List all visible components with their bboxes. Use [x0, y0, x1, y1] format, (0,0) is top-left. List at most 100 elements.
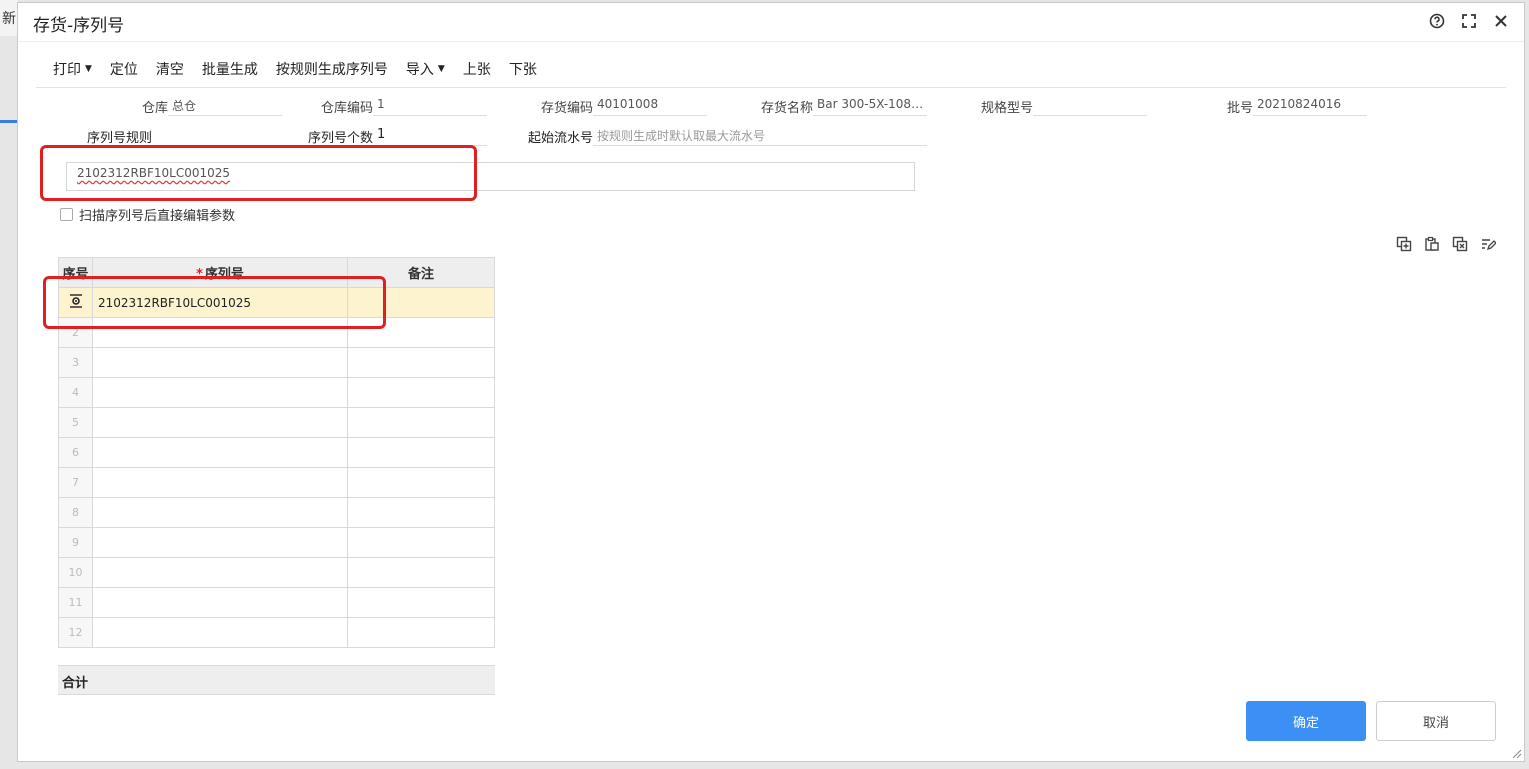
table-row[interactable]: 11 — [58, 587, 495, 618]
spec-model-value[interactable] — [1033, 97, 1147, 116]
rule-generate-button[interactable]: 按规则生成序列号 — [276, 59, 388, 79]
toolbar-divider — [36, 87, 1506, 88]
dialog-controls — [1428, 12, 1510, 30]
inventory-name-value[interactable]: Bar 300-5X-1080... — [813, 97, 927, 116]
clear-button[interactable]: 清空 — [156, 59, 184, 79]
serial-cell[interactable] — [92, 557, 348, 588]
note-cell[interactable] — [347, 407, 495, 438]
print-label: 打印 — [53, 62, 81, 78]
row-index: 6 — [58, 437, 93, 468]
help-circle-icon[interactable] — [1428, 12, 1446, 30]
note-cell[interactable] — [347, 557, 495, 588]
edit-params-label: 扫描序列号后直接编辑参数 — [79, 209, 236, 224]
note-cell[interactable] — [347, 467, 495, 498]
serial-count-value[interactable]: 1 — [373, 127, 487, 146]
table-row[interactable]: 12 — [58, 617, 495, 648]
title-separator — [18, 41, 1524, 42]
row-index: 10 — [58, 557, 93, 588]
field-inventory-name: 存货名称 Bar 300-5X-1080... — [743, 97, 927, 116]
prev-button[interactable]: 上张 — [463, 59, 491, 79]
grid-total-row: 合计 — [58, 665, 495, 695]
note-cell[interactable] — [347, 587, 495, 618]
resize-handle-icon[interactable] — [1510, 747, 1522, 759]
maximize-icon[interactable] — [1460, 12, 1478, 30]
table-row[interactable]: 4 — [58, 377, 495, 408]
table-row[interactable]: 5 — [58, 407, 495, 438]
note-cell[interactable] — [347, 497, 495, 528]
table-row[interactable]: 8 — [58, 497, 495, 528]
row-index: 5 — [58, 407, 93, 438]
edit-params-checkbox-row[interactable]: 扫描序列号后直接编辑参数 — [60, 205, 235, 224]
field-batch-no: 批号 20210824016 — [1183, 97, 1367, 116]
spec-model-label: 规格型号 — [980, 101, 1033, 116]
close-icon[interactable] — [1492, 12, 1510, 30]
toolbar: 打印 ▼ 定位 清空 批量生成 按规则生成序列号 导入 ▼ 上张 下张 — [53, 59, 555, 79]
copy-row-icon[interactable] — [1396, 236, 1412, 252]
serial-cell[interactable] — [92, 497, 348, 528]
serial-cell[interactable] — [92, 587, 348, 618]
row-index: 11 — [58, 587, 93, 618]
next-button[interactable]: 下张 — [509, 59, 537, 79]
import-button[interactable]: 导入 ▼ — [406, 59, 445, 79]
batch-generate-button[interactable]: 批量生成 — [202, 59, 258, 79]
annotation-box-row — [43, 276, 386, 329]
row-index: 9 — [58, 527, 93, 558]
serial-cell[interactable] — [92, 377, 348, 408]
table-row[interactable]: 9 — [58, 527, 495, 558]
row-index: 3 — [58, 347, 93, 378]
row-index: 12 — [58, 617, 93, 648]
table-row[interactable]: 3 — [58, 347, 495, 378]
background-tab[interactable]: 新 — [0, 0, 18, 36]
inventory-name-label: 存货名称 — [760, 101, 813, 116]
serial-number-dialog: 存货-序列号 打印 ▼ 定位 清空 批量生成 按规则生成序列号 导入 ▼ 上张 下张… — [17, 2, 1525, 762]
start-seq-input[interactable]: 按规则生成时默认取最大流水号 — [593, 127, 927, 146]
annotation-box-input — [40, 145, 477, 201]
chevron-down-icon: ▼ — [437, 64, 445, 74]
batch-no-label: 批号 — [1226, 101, 1253, 116]
warehouse-code-label: 仓库编码 — [320, 101, 373, 116]
locate-button[interactable]: 定位 — [110, 59, 138, 79]
paste-icon[interactable] — [1424, 236, 1440, 252]
serial-cell[interactable] — [92, 437, 348, 468]
note-cell[interactable] — [347, 347, 495, 378]
serial-cell[interactable] — [92, 347, 348, 378]
note-cell[interactable] — [347, 437, 495, 468]
grid-actions — [1396, 236, 1496, 252]
table-row[interactable]: 6 — [58, 437, 495, 468]
warehouse-label: 仓库 — [141, 101, 168, 116]
note-cell[interactable] — [347, 377, 495, 408]
note-cell[interactable] — [347, 527, 495, 558]
inventory-code-value[interactable]: 40101008 — [593, 97, 707, 116]
field-start-seq: 起始流水号 按规则生成时默认取最大流水号 — [513, 127, 927, 146]
edit-icon[interactable] — [1480, 236, 1496, 252]
serial-count-label: 序列号个数 — [307, 131, 373, 146]
table-row[interactable]: 7 — [58, 467, 495, 498]
ok-button[interactable]: 确定 — [1246, 701, 1366, 741]
field-serial-rule: 序列号规则 — [78, 127, 152, 146]
edit-params-checkbox[interactable] — [60, 208, 73, 221]
start-seq-label: 起始流水号 — [527, 131, 593, 146]
field-warehouse: 仓库 总仓 — [106, 97, 282, 116]
chevron-down-icon: ▼ — [85, 64, 92, 74]
import-label: 导入 — [405, 62, 434, 78]
field-spec-model: 规格型号 — [963, 97, 1147, 116]
row-index: 4 — [58, 377, 93, 408]
row-index: 7 — [58, 467, 93, 498]
batch-no-value[interactable]: 20210824016 — [1253, 97, 1367, 116]
delete-row-icon[interactable] — [1452, 236, 1468, 252]
cancel-button[interactable]: 取消 — [1376, 701, 1496, 741]
serial-cell[interactable] — [92, 407, 348, 438]
field-warehouse-code: 仓库编码 1 — [303, 97, 487, 116]
inventory-code-label: 存货编码 — [540, 101, 593, 116]
warehouse-code-value[interactable]: 1 — [373, 97, 487, 116]
table-row[interactable]: 10 — [58, 557, 495, 588]
field-serial-count: 序列号个数 1 — [293, 127, 487, 146]
background-accent-bar — [0, 120, 18, 123]
serial-cell[interactable] — [92, 617, 348, 648]
serial-cell[interactable] — [92, 467, 348, 498]
warehouse-value[interactable]: 总仓 — [168, 97, 282, 116]
serial-cell[interactable] — [92, 527, 348, 558]
note-cell[interactable] — [347, 617, 495, 648]
print-button[interactable]: 打印 ▼ — [53, 59, 92, 79]
field-inventory-code: 存货编码 40101008 — [523, 97, 707, 116]
